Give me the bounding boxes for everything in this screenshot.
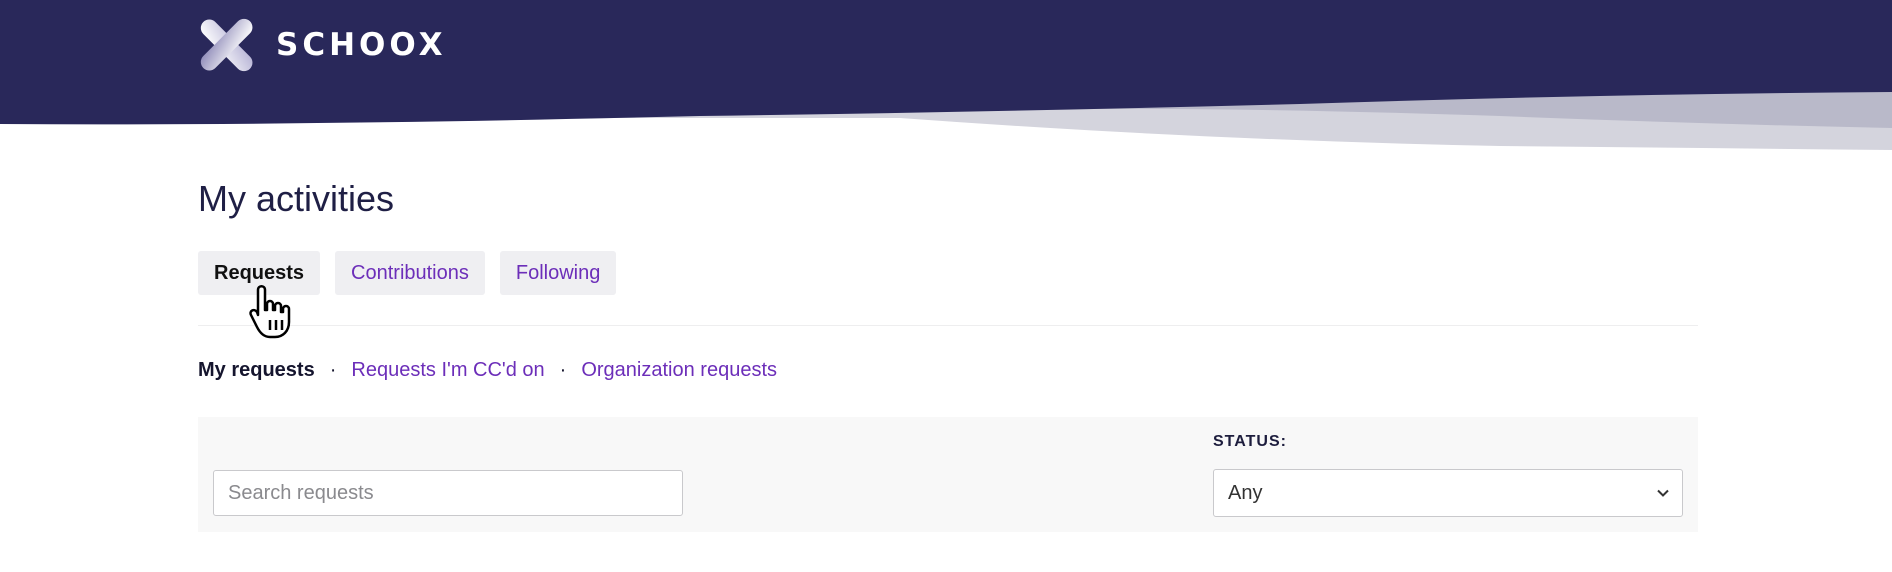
status-selected-value: Any (1228, 481, 1263, 504)
subnav-separator: · (329, 359, 337, 381)
chevron-down-icon (1657, 489, 1669, 497)
hand-pointer-icon (249, 285, 291, 339)
requests-subnav: My requests · Requests I'm CC'd on · Org… (198, 359, 777, 382)
search-requests-input[interactable] (213, 470, 683, 516)
schoox-logo[interactable]: SCHOOX (198, 16, 447, 74)
tab-contributions[interactable]: Contributions (335, 251, 485, 295)
tabs-divider (198, 325, 1698, 326)
site-header: SCHOOX (0, 0, 1892, 150)
brand-name: SCHOOX (276, 27, 447, 63)
tab-following[interactable]: Following (499, 251, 617, 295)
subnav-organization-requests[interactable]: Organization requests (581, 359, 777, 382)
status-select[interactable]: Any (1213, 469, 1683, 517)
status-label: STATUS: (1213, 433, 1287, 450)
schoox-logo-icon (200, 18, 253, 72)
page-title: My activities (198, 178, 395, 219)
subnav-separator: · (559, 359, 567, 381)
requests-filter-panel: STATUS: Any (198, 417, 1698, 532)
subnav-cc-requests[interactable]: Requests I'm CC'd on (351, 359, 544, 382)
subnav-my-requests[interactable]: My requests (198, 359, 315, 382)
